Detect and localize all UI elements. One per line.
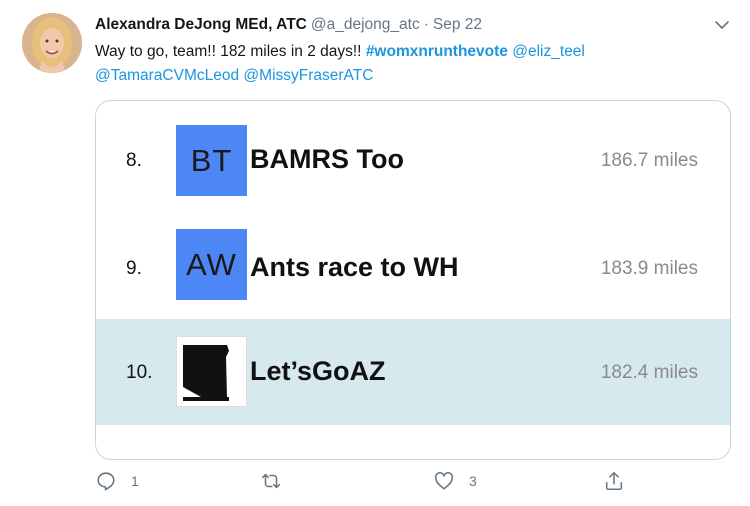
share-icon: [605, 471, 623, 491]
tweet-header: Alexandra DeJong MEd, ATC @a_dejong_atc · S…: [95, 14, 482, 36]
leaderboard-row: 8. BT BAMRS Too 186.7 miles: [96, 105, 730, 211]
header-separator: ·: [423, 16, 429, 33]
hashtag-link[interactable]: #womxnrunthevote: [366, 43, 508, 60]
like-icon: [434, 472, 454, 490]
row-rank: 10.: [126, 362, 153, 383]
tweet-text: Way to go, team!! 182 miles in 2 days!! …: [95, 40, 725, 88]
chevron-down-icon[interactable]: [714, 17, 730, 33]
team-logo: [176, 336, 247, 407]
team-miles: 186.7 miles: [600, 150, 698, 171]
share-button[interactable]: [603, 470, 625, 492]
mention-link[interactable]: @eliz_teel: [512, 43, 585, 60]
tweet-date[interactable]: Sep 22: [433, 16, 482, 33]
row-rank: 9.: [126, 258, 142, 279]
retweet-icon: [261, 473, 281, 489]
team-miles: 182.4 miles: [600, 362, 698, 383]
leaderboard-row-highlighted: 10. Let’sGoAZ 182.4 miles: [96, 319, 730, 425]
team-name: Let’sGoAZ: [250, 356, 386, 386]
action-bar: 1 3: [95, 470, 635, 500]
arizona-logo-icon: [183, 345, 229, 401]
leaderboard-row: 9. AW Ants race to WH 183.9 miles: [96, 213, 730, 319]
like-button[interactable]: 3: [433, 470, 477, 492]
team-badge: AW: [176, 229, 247, 300]
tweet-body: Way to go, team!! 182 miles in 2 days!!: [95, 43, 362, 60]
author-handle[interactable]: @a_dejong_atc: [311, 16, 420, 33]
mention-link[interactable]: @TamaraCVMcLeod: [95, 67, 239, 84]
reply-icon: [97, 472, 115, 491]
reply-count: 1: [131, 473, 139, 489]
avatar[interactable]: [22, 13, 82, 73]
team-badge: BT: [176, 125, 247, 196]
reply-button[interactable]: 1: [95, 470, 139, 492]
leaderboard-image[interactable]: 8. BT BAMRS Too 186.7 miles 9. AW Ants r…: [95, 100, 731, 460]
team-name: Ants race to WH: [250, 252, 459, 282]
mention-link[interactable]: @MissyFraserATC: [243, 67, 373, 84]
retweet-button[interactable]: [260, 470, 296, 492]
team-miles: 183.9 miles: [600, 258, 698, 279]
team-name: BAMRS Too: [250, 144, 404, 174]
author-name[interactable]: Alexandra DeJong MEd, ATC: [95, 16, 307, 33]
row-rank: 8.: [126, 150, 142, 171]
like-count: 3: [469, 473, 477, 489]
